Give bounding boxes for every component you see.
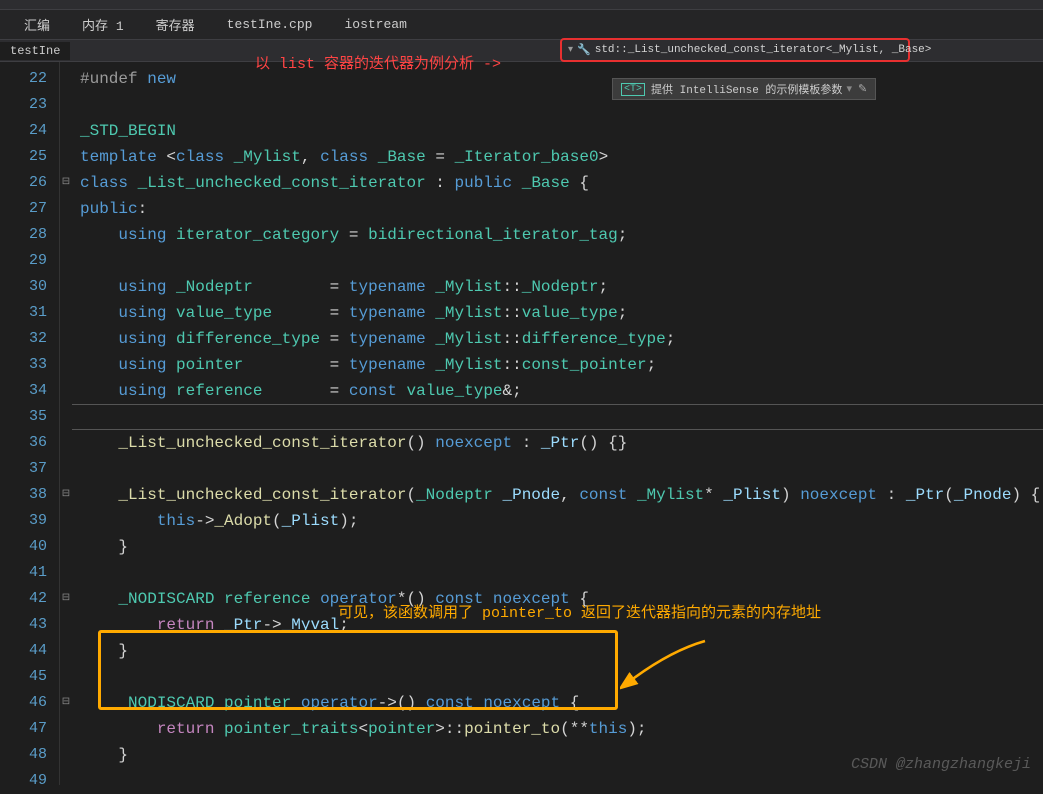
dropdown-icon: ▾ <box>568 44 573 56</box>
tab-bar: 汇编 内存 1 寄存器 testIne.cpp iostream <box>0 10 1043 40</box>
chevron-down-icon[interactable]: ▾ <box>846 82 852 96</box>
breadcrumb-text: std::_List_unchecked_const_iterator<_Myl… <box>595 44 932 56</box>
template-tag-icon: <T> <box>621 83 645 96</box>
tab-iostream[interactable]: iostream <box>328 11 422 38</box>
breadcrumb-bar: testIne ▾ 🔧 std::_List_unchecked_const_i… <box>0 40 1043 62</box>
file-tab-testine[interactable]: testIne <box>0 42 70 60</box>
scope-breadcrumb[interactable]: ▾ 🔧 std::_List_unchecked_const_iterator<… <box>560 38 910 62</box>
fold-column: ⊟ ⊟ ⊟ ⊟ <box>60 62 72 785</box>
line-number-gutter: 22232425 26272829 30313233 34353637 3839… <box>0 62 60 785</box>
pencil-icon[interactable]: ✎ <box>858 82 867 96</box>
tab-registers[interactable]: 寄存器 <box>140 9 211 40</box>
tab-asm[interactable]: 汇编 <box>8 9 66 40</box>
wrench-icon: 🔧 <box>577 43 591 57</box>
fold-icon[interactable]: ⊟ <box>60 482 72 508</box>
tab-testine-cpp[interactable]: testIne.cpp <box>211 11 329 38</box>
editor: 22232425 26272829 30313233 34353637 3839… <box>0 62 1043 785</box>
arrow-annotation <box>620 636 710 696</box>
intellisense-text: 提供 IntelliSense 的示例模板参数 <box>651 81 842 97</box>
watermark: CSDN @zhangzhangkeji <box>851 756 1031 773</box>
intellisense-hint[interactable]: <T> 提供 IntelliSense 的示例模板参数 ▾ ✎ <box>612 78 876 100</box>
annotation-orange: 可见，该函数调用了 pointer_to 返回了迭代器指向的元素的内存地址 <box>338 601 821 622</box>
fold-icon[interactable]: ⊟ <box>60 586 72 612</box>
code-area[interactable]: #undef new _STD_BEGIN template <class _M… <box>72 62 1043 785</box>
annotation-red: 以 list 容器的迭代器为例分析 -> <box>255 52 501 73</box>
fold-icon[interactable]: ⊟ <box>60 170 72 196</box>
tab-memory[interactable]: 内存 1 <box>66 9 140 40</box>
fold-icon[interactable]: ⊟ <box>60 690 72 716</box>
